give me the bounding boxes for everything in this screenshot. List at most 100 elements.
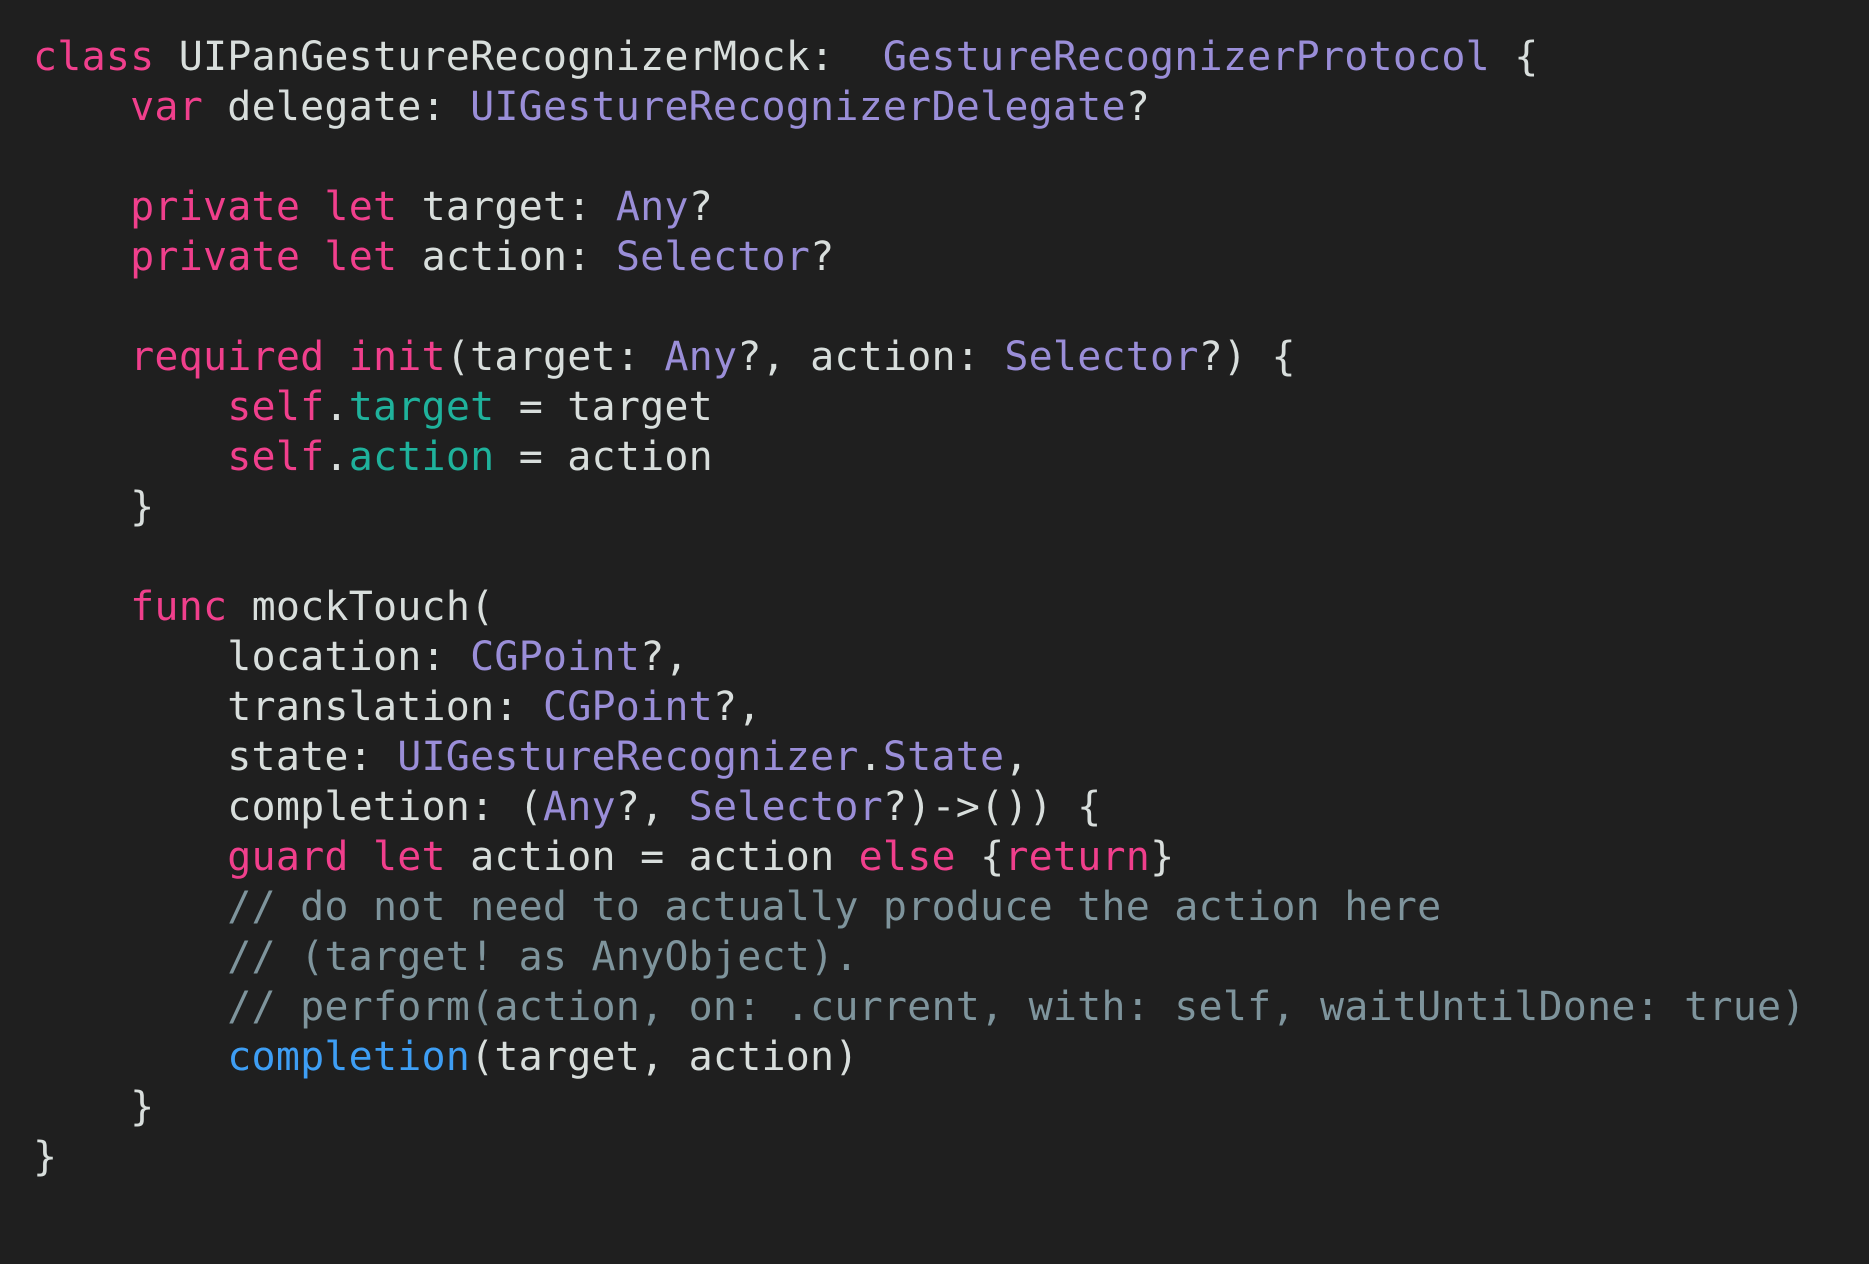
type-token: Selector [688, 784, 883, 830]
property-token: target [348, 384, 495, 430]
code-token: ? [810, 234, 835, 280]
comment-token: // (target! as AnyObject). [227, 934, 859, 980]
code-token: (target: [445, 334, 665, 380]
type-token: Any [542, 784, 616, 830]
code-line: } [33, 482, 1869, 532]
code-token: = target [494, 384, 713, 430]
keyword-token: var [130, 84, 203, 130]
code-line: func mockTouch( [33, 582, 1869, 632]
code-token: { [1489, 34, 1539, 80]
code-token: ?, [712, 684, 762, 730]
code-token: } [33, 1084, 155, 1130]
keyword-token: let [324, 234, 398, 280]
code-line: private let action: Selector? [33, 232, 1869, 282]
keyword-token: return [1004, 834, 1151, 880]
code-line: class UIPanGestureRecognizerMock: Gestur… [33, 32, 1869, 82]
type-token: Any [664, 334, 738, 380]
code-editor[interactable]: class UIPanGestureRecognizerMock: Gestur… [0, 0, 1869, 1264]
code-token: translation: [33, 684, 543, 730]
code-token: completion: ( [33, 784, 543, 830]
type-token: GestureRecognizerProtocol [882, 34, 1490, 80]
code-token: = action [494, 434, 713, 480]
keyword-token: guard [227, 834, 349, 880]
code-line: location: CGPoint?, [33, 632, 1869, 682]
code-token: mockTouch( [227, 584, 495, 630]
code-token: UIPanGestureRecognizerMock: [154, 34, 883, 80]
keyword-token: init [348, 334, 446, 380]
code-token: } [33, 1134, 58, 1180]
code-line: state: UIGestureRecognizer.State, [33, 732, 1869, 782]
code-token: location: [33, 634, 471, 680]
code-token: ?, [615, 784, 689, 830]
code-line: // do not need to actually produce the a… [33, 882, 1869, 932]
keyword-token: let [324, 184, 398, 230]
property-token: action [348, 434, 495, 480]
code-line: completion(target, action) [33, 1032, 1869, 1082]
type-token: UIGestureRecognizer [397, 734, 859, 780]
keyword-token: class [33, 34, 155, 80]
code-line: var delegate: UIGestureRecognizerDelegat… [33, 82, 1869, 132]
code-token: ?)->()) { [882, 784, 1102, 830]
code-line: completion: (Any?, Selector?)->()) { [33, 782, 1869, 832]
code-token: target: [397, 184, 616, 230]
code-token: , [1004, 734, 1029, 780]
type-token: UIGestureRecognizerDelegate [470, 84, 1126, 130]
keyword-token: func [130, 584, 228, 630]
code-token: . [324, 384, 349, 430]
code-token: ? [1125, 84, 1151, 130]
keyword-token: else [858, 834, 956, 880]
code-token: ? [688, 184, 713, 230]
code-token: ?, [640, 634, 689, 680]
code-line: // (target! as AnyObject). [33, 932, 1869, 982]
code-token: } [33, 484, 155, 530]
code-line: } [33, 1082, 1869, 1132]
code-block[interactable]: class UIPanGestureRecognizerMock: Gestur… [33, 32, 1869, 1182]
type-token: CGPoint [542, 684, 713, 730]
function-call-token: completion [227, 1034, 471, 1080]
type-token: Selector [615, 234, 811, 280]
code-line: } [33, 1132, 1869, 1182]
code-token: ?) { [1198, 334, 1296, 380]
code-token: action: [397, 234, 616, 280]
keyword-token: required [130, 334, 325, 380]
code-line: guard let action = action else {return} [33, 832, 1869, 882]
code-line: required init(target: Any?, action: Sele… [33, 332, 1869, 382]
type-token: Selector [1004, 334, 1199, 380]
keyword-token: self [227, 434, 325, 480]
keyword-token: let [372, 834, 446, 880]
keyword-token: self [227, 384, 325, 430]
code-token: { [955, 834, 1005, 880]
code-token: } [1150, 834, 1175, 880]
code-token: . [324, 434, 349, 480]
type-token: State [882, 734, 1005, 780]
code-line: translation: CGPoint?, [33, 682, 1869, 732]
code-token: (target, action) [470, 1034, 859, 1080]
code-token: delegate: [203, 84, 471, 130]
keyword-token: private [130, 234, 301, 280]
code-line: // perform(action, on: .current, with: s… [33, 982, 1869, 1032]
code-line: private let target: Any? [33, 182, 1869, 232]
comment-token: // perform(action, on: .current, with: s… [227, 984, 1806, 1030]
keyword-token: private [130, 184, 301, 230]
type-token: CGPoint [470, 634, 641, 680]
code-token: action = action [445, 834, 859, 880]
comment-token: // do not need to actually produce the a… [227, 884, 1442, 930]
